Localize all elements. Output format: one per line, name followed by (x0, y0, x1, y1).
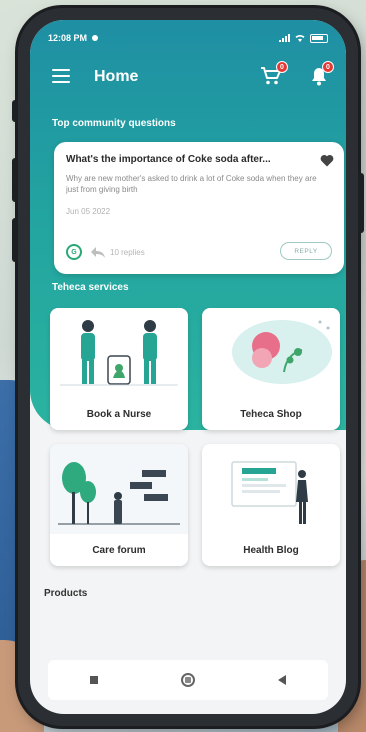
service-label: Teheca Shop (240, 409, 302, 420)
phone-screen: 12:08 PM Home 0 0 Top community question… (30, 20, 346, 714)
question-footer: G 10 replies REPLY (66, 242, 332, 262)
reply-count: 10 replies (110, 247, 145, 257)
products-section-title: Products (44, 588, 88, 599)
nurses-illustration (60, 320, 178, 386)
status-time: 12:08 PM (48, 33, 88, 43)
app-bar: Home 0 0 (30, 56, 346, 98)
question-date: Jun 05 2022 (66, 207, 111, 216)
service-card-book-nurse[interactable]: Book a Nurse (50, 308, 188, 430)
wifi-icon (295, 34, 305, 42)
question-title: What's the importance of Coke soda after… (66, 154, 271, 165)
system-nav-bar (48, 660, 328, 700)
side-button (12, 158, 18, 202)
service-label: Health Blog (243, 545, 299, 556)
forum-illustration (50, 444, 188, 534)
cart-badge: 0 (276, 61, 288, 73)
phone-frame: 12:08 PM Home 0 0 Top community question… (12, 8, 364, 726)
question-body: Why are new mother's asked to drink a lo… (66, 174, 317, 194)
signal-icon (279, 33, 290, 42)
back-button[interactable] (278, 675, 287, 685)
service-card-health-blog[interactable]: Health Blog (202, 444, 340, 566)
service-card-teheca-shop[interactable]: Teheca Shop (202, 308, 340, 430)
community-section-title: Top community questions (52, 118, 176, 129)
page-title: Home (94, 68, 139, 85)
services-section-title: Teheca services (52, 282, 129, 293)
reply-icon (91, 247, 105, 258)
question-card[interactable]: What's the importance of Coke soda after… (54, 142, 344, 274)
battery-icon (310, 33, 328, 43)
shop-illustration (232, 320, 332, 384)
recent-apps-button[interactable] (89, 676, 98, 684)
blog-illustration (231, 461, 308, 524)
status-bar: 12:08 PM (48, 30, 328, 46)
notification-badge: 0 (322, 61, 334, 73)
location-icon (92, 35, 99, 41)
home-button[interactable] (180, 673, 195, 687)
service-label: Book a Nurse (86, 409, 152, 420)
heart-icon[interactable] (320, 154, 334, 167)
side-button (12, 100, 18, 122)
reply-button[interactable]: REPLY (280, 242, 332, 260)
service-card-care-forum[interactable]: Care forum (50, 444, 188, 566)
service-label: Care forum (92, 545, 146, 556)
menu-icon[interactable] (52, 69, 70, 83)
side-button (358, 173, 364, 233)
cart-button[interactable]: 0 (260, 61, 288, 86)
side-button (12, 218, 18, 262)
notifications-button[interactable]: 0 (310, 61, 334, 86)
avatar: G (66, 244, 82, 260)
